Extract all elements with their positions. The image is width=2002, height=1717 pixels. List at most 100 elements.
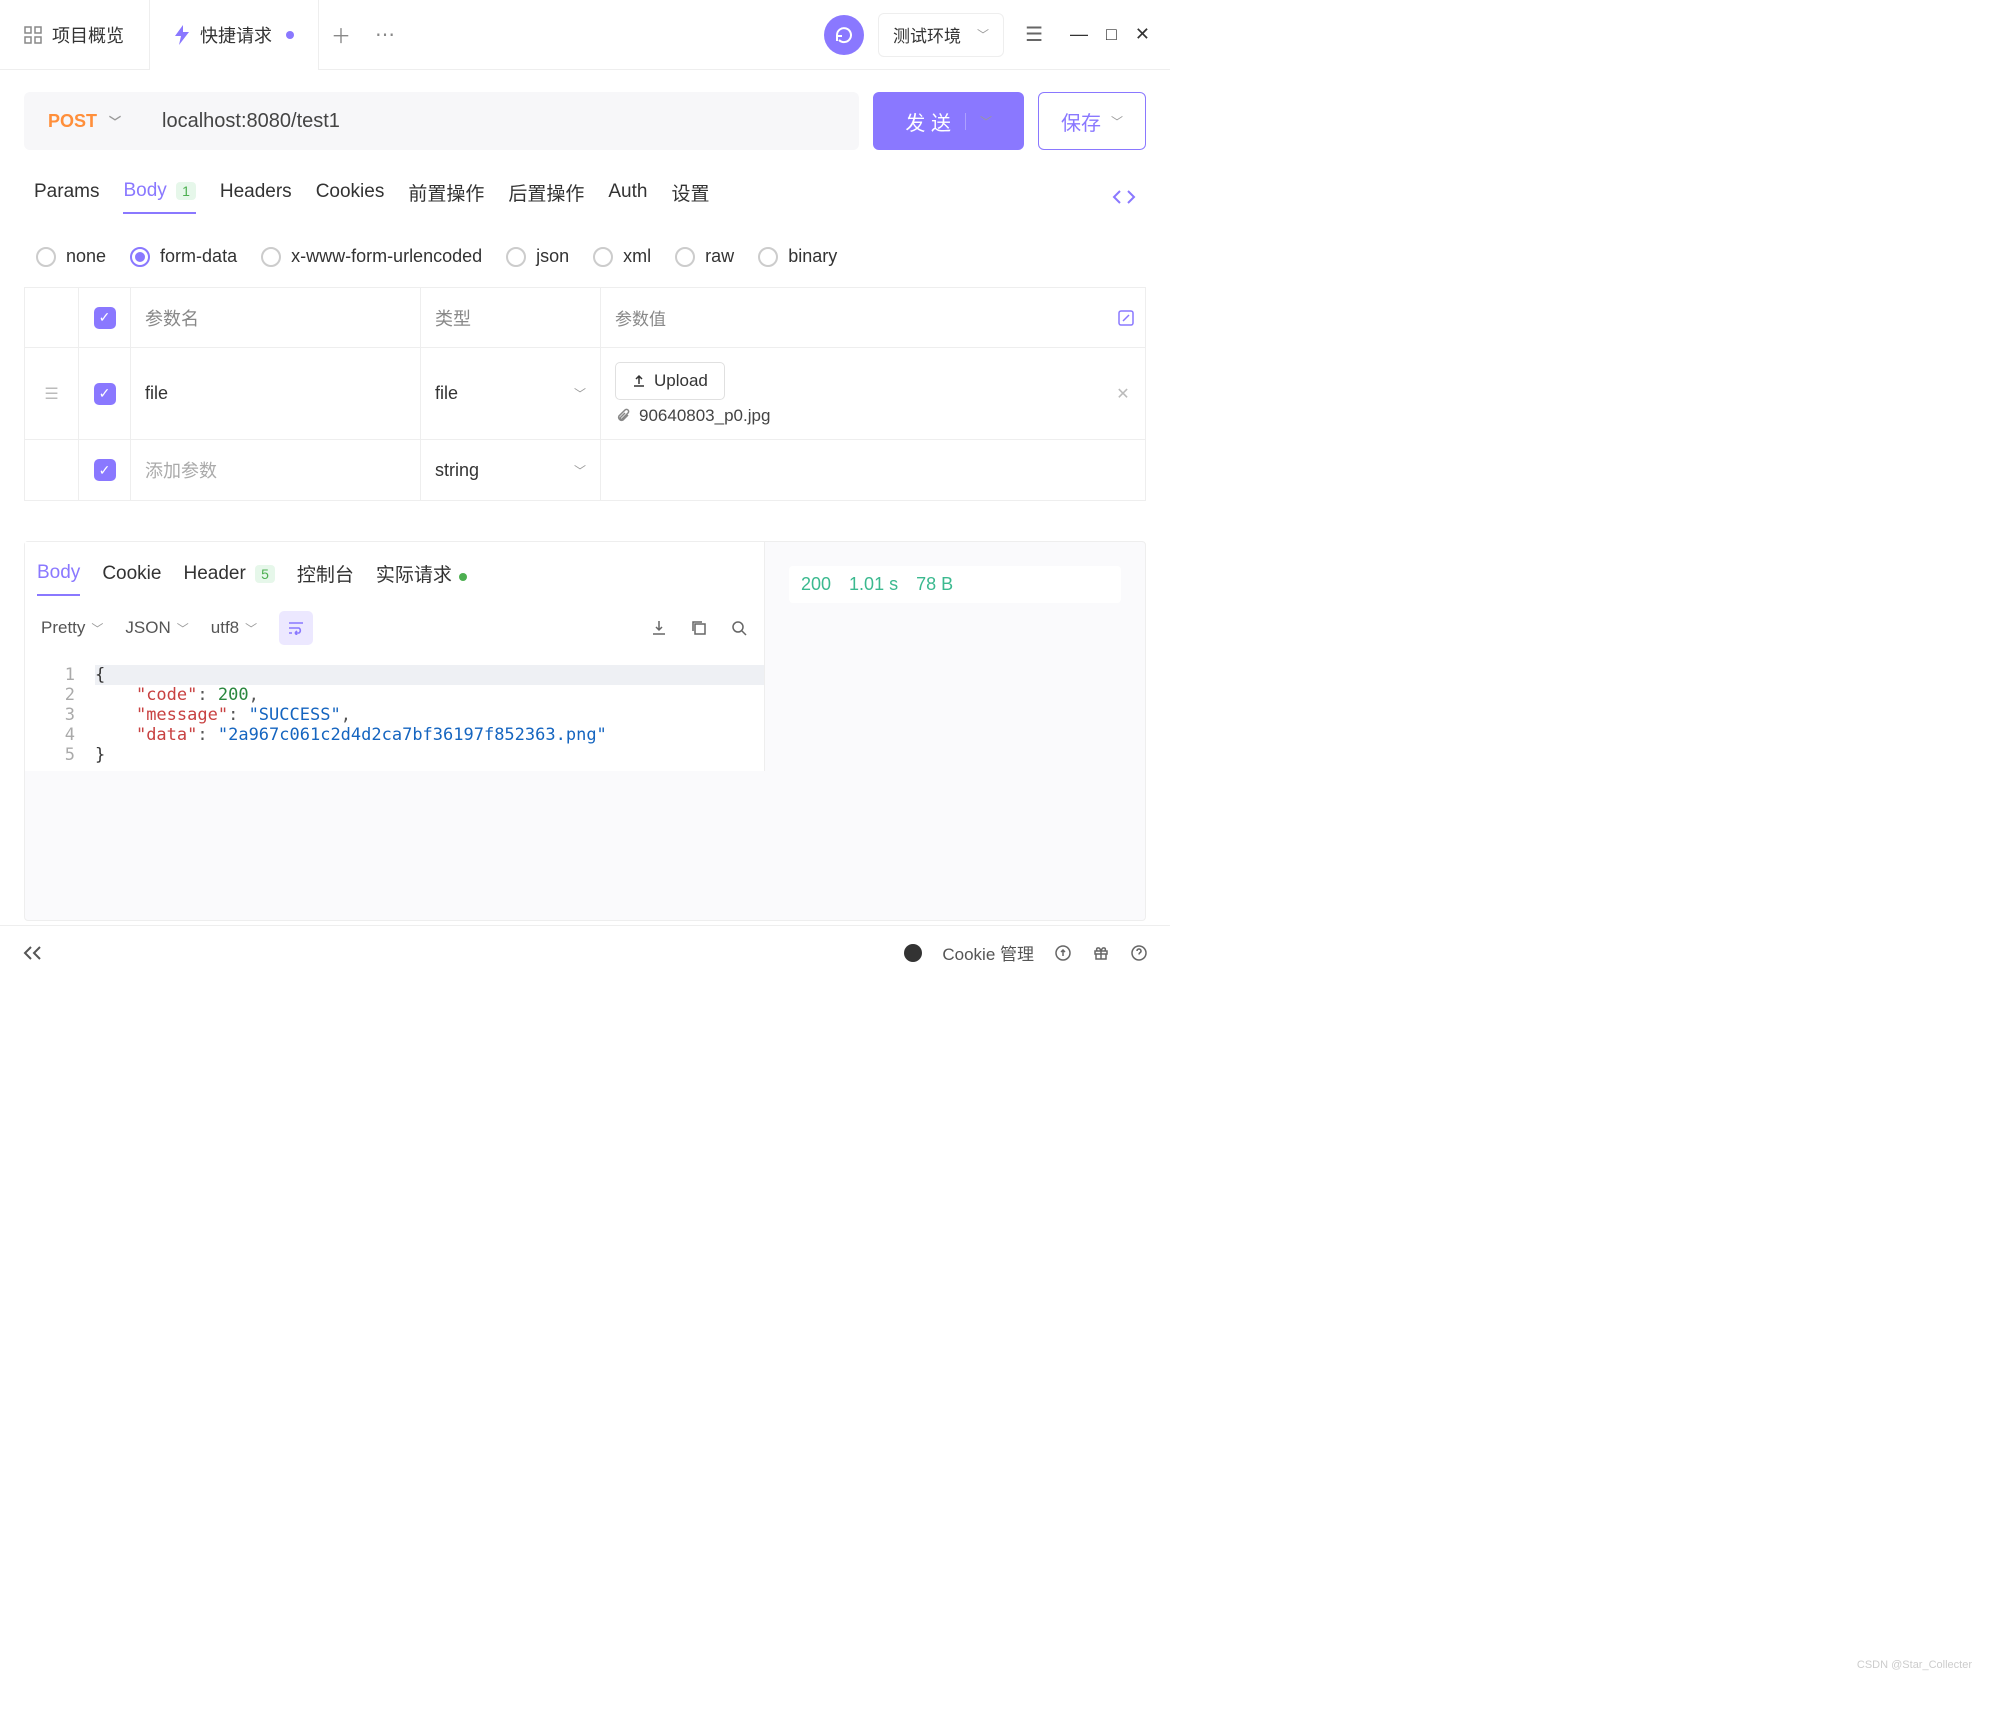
app-header: 项目概览 快捷请求 ＋ ⋯ 测试环境 ﹀ ☰ — □ ✕: [0, 0, 1170, 70]
tab-body[interactable]: Body 1: [123, 180, 195, 214]
chevron-down-icon: ﹀: [574, 385, 586, 402]
save-label: 保存: [1061, 107, 1101, 136]
send-label: 发 送: [905, 107, 951, 136]
unsaved-dot-icon: [286, 31, 294, 39]
window-controls: — □ ✕: [1056, 24, 1170, 45]
response-tabs: Body Cookie Header 5 控制台 实际请求: [25, 542, 764, 597]
chevron-down-icon: ﹀: [977, 26, 989, 43]
param-value-input[interactable]: [601, 440, 1145, 500]
url-input[interactable]: [146, 110, 859, 133]
response-toolbar: Pretty ﹀ JSON ﹀ utf8 ﹀: [25, 597, 764, 659]
tab-post-script[interactable]: 后置操作: [508, 179, 584, 216]
delete-row-button[interactable]: ✕: [1101, 348, 1145, 439]
table-header: ✓ 参数名 类型 参数值: [25, 288, 1145, 348]
col-header-name: 参数名: [131, 288, 421, 347]
request-bar: POST ﹀ 发 送 ﹀ 保存 ﹀: [0, 70, 1170, 172]
radio-binary[interactable]: binary: [758, 246, 837, 267]
response-area: Body Cookie Header 5 控制台 实际请求 Pretty ﹀ J…: [24, 541, 1146, 921]
save-button[interactable]: 保存 ﹀: [1038, 92, 1146, 150]
attached-file[interactable]: 90640803_p0.jpg: [615, 406, 1087, 426]
search-button[interactable]: [730, 619, 748, 637]
body-count-badge: 1: [176, 182, 196, 200]
response-meta: 200 1.01 s 78 B: [765, 542, 1145, 771]
env-label: 测试环境: [893, 22, 961, 47]
response-size: 78 B: [916, 574, 953, 595]
status-code: 200: [801, 574, 831, 595]
drag-handle[interactable]: ☰: [25, 348, 79, 439]
resp-tab-header[interactable]: Header 5: [183, 553, 274, 595]
tab-params[interactable]: Params: [34, 181, 99, 213]
wrap-toggle[interactable]: [279, 611, 313, 645]
param-value-cell: Upload 90640803_p0.jpg: [601, 348, 1101, 439]
grid-icon: [24, 26, 42, 44]
radio-none[interactable]: none: [36, 246, 106, 267]
environment-select[interactable]: 测试环境 ﹀: [878, 13, 1004, 57]
tab-cookies[interactable]: Cookies: [316, 181, 385, 213]
resp-tab-console[interactable]: 控制台: [297, 550, 354, 597]
tab-overview-label: 项目概览: [52, 22, 124, 48]
param-name-input[interactable]: file: [131, 348, 421, 439]
tab-auth[interactable]: Auth: [608, 181, 647, 213]
radio-urlencoded[interactable]: x-www-form-urlencoded: [261, 246, 482, 267]
response-time: 1.01 s: [849, 574, 898, 595]
format-json-select[interactable]: JSON ﹀: [125, 618, 188, 638]
cookie-management-button[interactable]: Cookie 管理: [942, 940, 1034, 965]
bolt-icon: [174, 25, 190, 45]
radio-raw[interactable]: raw: [675, 246, 734, 267]
method-url: POST ﹀: [24, 92, 859, 150]
param-name-input[interactable]: 添加参数: [131, 440, 421, 500]
resp-tab-body[interactable]: Body: [37, 552, 80, 596]
chevron-down-icon: ﹀: [574, 462, 586, 479]
watermark: CSDN @Star_Collecter: [1857, 1659, 1972, 1671]
response-body-code[interactable]: 1{2 "code": 200,3 "message": "SUCCESS",4…: [25, 659, 764, 771]
send-button[interactable]: 发 送 ﹀: [873, 92, 1024, 150]
resp-tab-cookie[interactable]: Cookie: [102, 553, 161, 595]
radio-form-data[interactable]: form-data: [130, 246, 237, 267]
green-dot-icon: [459, 573, 467, 581]
upload-button[interactable]: Upload: [615, 362, 725, 400]
chevron-down-icon: ﹀: [965, 113, 992, 130]
more-tabs-button[interactable]: ⋯: [363, 22, 407, 47]
gift-icon[interactable]: [1092, 944, 1110, 962]
tab-quick-request[interactable]: 快捷请求: [149, 0, 319, 70]
copy-button[interactable]: [690, 619, 708, 637]
param-table: ✓ 参数名 类型 参数值 ☰ ✓ file file ﹀ Upload 9064…: [24, 287, 1146, 501]
chevron-down-icon: ﹀: [109, 113, 121, 130]
body-type-radios: none form-data x-www-form-urlencoded jso…: [0, 222, 1170, 287]
minimize-button[interactable]: —: [1070, 24, 1088, 45]
cookie-dot-icon: [904, 944, 922, 962]
method-select[interactable]: POST ﹀: [24, 111, 146, 132]
tab-pre-script[interactable]: 前置操作: [408, 179, 484, 216]
checkbox-row[interactable]: ✓: [94, 459, 116, 481]
refresh-button[interactable]: [824, 15, 864, 55]
checkbox-row[interactable]: ✓: [94, 383, 116, 405]
param-type-select[interactable]: string ﹀: [421, 440, 601, 500]
format-pretty-select[interactable]: Pretty ﹀: [41, 618, 103, 638]
chevron-down-icon: ﹀: [1111, 113, 1123, 130]
tab-headers[interactable]: Headers: [220, 181, 292, 213]
collapse-sidebar-button[interactable]: [22, 945, 44, 961]
table-row-add: ✓ 添加参数 string ﹀: [25, 440, 1145, 500]
request-tabs: Params Body 1 Headers Cookies 前置操作 后置操作 …: [0, 172, 1170, 222]
download-button[interactable]: [650, 619, 668, 637]
col-header-value: 参数值: [601, 288, 1145, 347]
tab-quick-request-label: 快捷请求: [200, 22, 272, 48]
menu-button[interactable]: ☰: [1012, 22, 1056, 47]
tab-overview[interactable]: 项目概览: [0, 0, 149, 70]
checkbox-all[interactable]: ✓: [94, 307, 116, 329]
close-button[interactable]: ✕: [1135, 24, 1150, 45]
radio-json[interactable]: json: [506, 246, 569, 267]
param-type-select[interactable]: file ﹀: [421, 348, 601, 439]
resp-tab-actual[interactable]: 实际请求: [376, 550, 467, 597]
col-header-type: 类型: [421, 288, 601, 347]
add-tab-button[interactable]: ＋: [319, 20, 363, 49]
help-icon[interactable]: [1130, 944, 1148, 962]
radio-xml[interactable]: xml: [593, 246, 651, 267]
upload-icon[interactable]: [1054, 944, 1072, 962]
encoding-select[interactable]: utf8 ﹀: [211, 618, 257, 638]
footer: Cookie 管理: [0, 925, 1170, 979]
bulk-edit-icon[interactable]: [1117, 309, 1135, 327]
tab-settings[interactable]: 设置: [671, 179, 709, 216]
code-view-toggle[interactable]: [1112, 188, 1136, 206]
maximize-button[interactable]: □: [1106, 24, 1117, 45]
